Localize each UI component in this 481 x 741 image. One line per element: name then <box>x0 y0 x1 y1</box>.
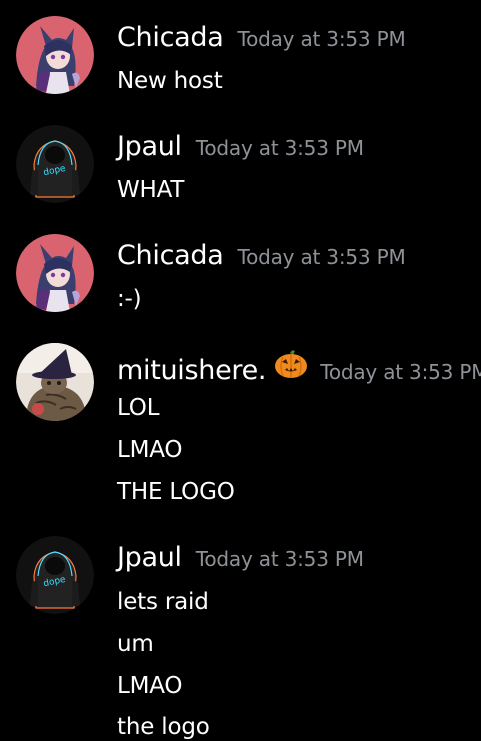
username[interactable]: Jpaul <box>117 131 182 162</box>
message-text: LMAO <box>117 673 183 699</box>
avatar[interactable] <box>16 536 94 614</box>
avatar[interactable] <box>16 125 94 203</box>
timestamp: Today at 3:53 PM <box>237 27 406 51</box>
message-text: the logo <box>117 714 210 740</box>
message-header: mituishere. Today at 3:53 PM <box>117 349 481 386</box>
message-text: :-) <box>117 286 142 312</box>
message-header: Chicada Today at 3:53 PM <box>117 240 406 271</box>
message-text: New host <box>117 68 223 94</box>
message-text: THE LOGO <box>117 479 235 505</box>
anime-cat-girl-avatar <box>16 234 94 312</box>
message-header: Chicada Today at 3:53 PM <box>117 22 406 53</box>
message-header: Jpaul Today at 3:53 PM <box>117 131 364 162</box>
message-text: LMAO <box>117 437 183 463</box>
witch-hat-cat-avatar <box>16 343 94 421</box>
message-header: Jpaul Today at 3:53 PM <box>117 542 364 573</box>
username[interactable]: mituishere. <box>117 355 267 386</box>
message-text: um <box>117 631 154 657</box>
avatar[interactable] <box>16 343 94 421</box>
timestamp: Today at 3:53 PM <box>195 547 364 571</box>
username[interactable]: Jpaul <box>117 542 182 573</box>
message-text: LOL <box>117 395 160 421</box>
timestamp: Today at 3:53 PM <box>195 136 364 160</box>
timestamp: Today at 3:53 PM <box>237 245 406 269</box>
dope-hoodie-avatar <box>16 536 94 614</box>
avatar[interactable] <box>16 16 94 94</box>
timestamp: Today at 3:53 PM <box>320 360 481 384</box>
anime-cat-girl-avatar <box>16 16 94 94</box>
message-text: lets raid <box>117 589 209 615</box>
dope-hoodie-avatar <box>16 125 94 203</box>
username[interactable]: Chicada <box>117 22 224 53</box>
avatar[interactable] <box>16 234 94 312</box>
jack-o-lantern-icon <box>275 350 308 378</box>
username[interactable]: Chicada <box>117 240 224 271</box>
message-text: WHAT <box>117 177 185 203</box>
